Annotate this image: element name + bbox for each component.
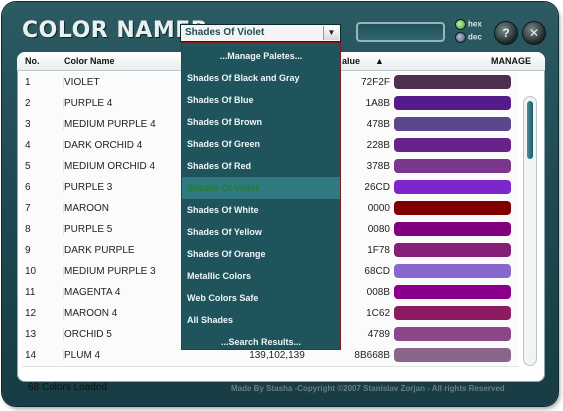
color-swatch[interactable]: [394, 222, 511, 236]
app-window: COLOR NAMER Shades Of Violet ▼ hex dec ?…: [2, 2, 558, 406]
row-number: 11: [25, 287, 36, 298]
color-swatch[interactable]: [394, 138, 511, 152]
row-number: 9: [25, 245, 31, 256]
dropdown-item[interactable]: Metallic Colors: [182, 265, 340, 287]
dropdown-item[interactable]: Shades Of Black and Gray: [182, 67, 340, 89]
row-number: 10: [25, 266, 37, 277]
question-icon: ?: [502, 26, 510, 40]
row-number: 7: [25, 203, 31, 214]
color-swatch[interactable]: [394, 243, 511, 257]
dropdown-item[interactable]: Web Colors Safe: [182, 287, 340, 309]
chevron-down-icon[interactable]: ▼: [323, 26, 339, 40]
header-value[interactable]: alue: [342, 56, 360, 66]
dropdown-item[interactable]: Shades Of Orange: [182, 243, 340, 265]
close-button[interactable]: ✕: [522, 21, 546, 45]
hex-option[interactable]: hex: [455, 19, 482, 30]
dec-radio[interactable]: [455, 32, 466, 43]
row-number: 2: [25, 98, 31, 109]
dropdown-item[interactable]: Shades Of White: [182, 199, 340, 221]
row-number: 1: [25, 77, 31, 88]
color-swatch[interactable]: [394, 348, 511, 362]
color-swatch[interactable]: [394, 327, 511, 341]
palette-dropdown: ...Manage Paletes... Shades Of Black and …: [181, 42, 341, 350]
dropdown-item[interactable]: ...Manage Paletes...: [182, 45, 340, 67]
row-number: 14: [25, 350, 37, 361]
sort-asc-icon: ▲: [375, 56, 384, 66]
color-swatch[interactable]: [394, 306, 511, 320]
header-name[interactable]: Color Name: [64, 56, 115, 66]
color-swatch[interactable]: [394, 117, 511, 131]
header-no[interactable]: No.: [25, 56, 40, 66]
row-number: 4: [25, 140, 31, 151]
hex-label: hex: [468, 19, 482, 29]
close-icon: ✕: [528, 26, 540, 40]
hex-radio[interactable]: [455, 19, 466, 30]
row-number: 8: [25, 224, 31, 235]
dec-option[interactable]: dec: [455, 32, 482, 43]
dropdown-item[interactable]: Shades Of Green: [182, 133, 340, 155]
scrollbar-thumb[interactable]: [527, 101, 533, 159]
dropdown-item[interactable]: Shades Of Red: [182, 155, 340, 177]
color-swatch[interactable]: [394, 96, 511, 110]
credit-text: Made By Stasha -Copyright ©2007 Stanisla…: [231, 384, 505, 393]
row-number: 12: [25, 308, 37, 319]
search-input[interactable]: [356, 22, 445, 42]
color-swatch[interactable]: [394, 75, 511, 89]
dropdown-item[interactable]: All Shades: [182, 309, 340, 331]
row-number: 5: [25, 161, 31, 172]
help-button[interactable]: ?: [494, 21, 518, 45]
color-swatch[interactable]: [394, 264, 511, 278]
palette-select[interactable]: Shades Of Violet ▼: [180, 24, 341, 42]
palette-select-value: Shades Of Violet: [185, 27, 265, 38]
row-number: 6: [25, 182, 31, 193]
header-manage[interactable]: MANAGE: [491, 56, 531, 66]
row-number: 13: [25, 329, 37, 340]
dropdown-item[interactable]: Shades Of Yellow: [182, 221, 340, 243]
color-swatch[interactable]: [394, 159, 511, 173]
dropdown-item[interactable]: Shades Of Brown: [182, 111, 340, 133]
row-number: 3: [25, 119, 31, 130]
color-swatch[interactable]: [394, 201, 511, 215]
dropdown-item[interactable]: Shades Of Blue: [182, 89, 340, 111]
color-swatch[interactable]: [394, 180, 511, 194]
color-swatch[interactable]: [394, 285, 511, 299]
dropdown-item[interactable]: ...Search Results...: [182, 331, 340, 353]
dropdown-item[interactable]: Shades Of Violet: [182, 177, 340, 199]
dec-label: dec: [468, 32, 482, 42]
vertical-scrollbar[interactable]: [523, 96, 537, 366]
status-loaded: 68 Colors Loaded: [28, 382, 107, 393]
